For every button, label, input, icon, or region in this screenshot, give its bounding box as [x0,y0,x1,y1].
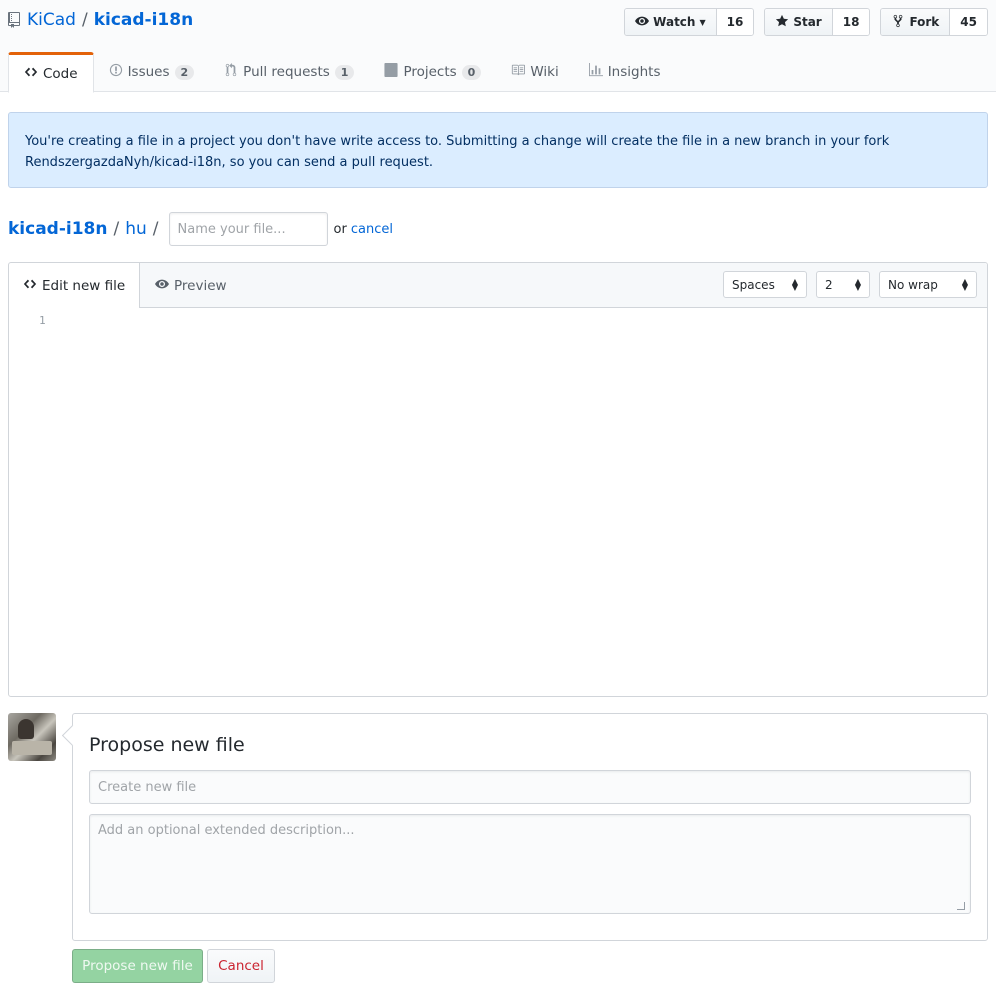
commit-summary-input[interactable] [89,770,971,804]
issue-icon [109,63,123,81]
code-icon [24,65,38,83]
repo-separator: / [81,10,88,30]
repo-title: KiCad / kicad-i18n [8,10,193,30]
star-icon [775,14,789,31]
watch-button[interactable]: Watch ▼ [625,9,717,35]
commit-description-textarea[interactable] [89,814,971,914]
propose-new-file-button[interactable]: Propose new file [72,949,203,983]
projects-counter: 0 [461,64,482,80]
tab-insights[interactable]: Insights [574,52,676,92]
repo-icon [8,12,22,28]
wrap-mode-value: No wrap [888,277,938,292]
breadcrumb-separator: / [113,219,120,239]
repo-name-link[interactable]: kicad-i18n [94,10,194,30]
editor-toolbar: Edit new file Preview Spaces ▲ ▼ 2 ▲ ▼ No … [9,263,987,308]
eye-icon [155,277,169,295]
watch-count[interactable]: 16 [716,9,754,35]
tab-insights-label: Insights [607,64,661,80]
file-path-breadcrumb: kicad-i18n / hu / or cancel [8,212,393,246]
breadcrumb-folder-link[interactable]: hu [125,219,147,239]
fork-group: Fork 45 [880,8,988,36]
edit-tab-label: Edit new file [42,277,126,294]
tab-issues[interactable]: Issues 2 [94,52,210,92]
resize-handle-icon[interactable] [957,902,965,910]
file-editor: Edit new file Preview Spaces ▲ ▼ 2 ▲ ▼ No … [8,262,988,697]
tab-edit-new-file[interactable]: Edit new file [9,263,141,308]
or-text: or [333,221,347,237]
pull-requests-counter: 1 [334,64,355,80]
issues-counter: 2 [174,64,195,80]
repo-nav: Code Issues 2 Pull requests 1 Projects 0… [8,52,676,93]
tab-code-label: Code [43,65,78,82]
tab-pull-requests-label: Pull requests [243,64,330,80]
wrap-mode-select[interactable]: No wrap ▲ ▼ [879,271,977,298]
tab-preview[interactable]: Preview [141,263,241,308]
tab-wiki-label: Wiki [530,64,559,80]
project-icon [384,63,398,81]
watch-group: Watch ▼ 16 [624,8,755,36]
watch-label: Watch [653,15,696,29]
fork-notice-flash: You're creating a file in a project you … [8,112,988,188]
fork-label: Fork [909,15,940,29]
indent-mode-value: Spaces [732,277,775,292]
indent-mode-select[interactable]: Spaces ▲ ▼ [723,271,807,298]
fork-icon [891,14,905,31]
commit-form: Propose new file [72,713,988,941]
code-icon [23,277,37,295]
commit-form-title: Propose new file [89,734,245,756]
code-editor-area[interactable]: 1 [9,308,987,696]
tab-projects-label: Projects [403,64,457,80]
breadcrumb-root-link[interactable]: kicad-i18n [8,219,108,239]
indent-size-value: 2 [825,277,833,292]
fork-count[interactable]: 45 [950,9,987,35]
star-label: Star [793,15,822,29]
tab-projects[interactable]: Projects 0 [369,52,496,92]
breadcrumb-separator: / [152,219,159,239]
select-arrows-icon: ▲ ▼ [961,276,968,292]
indent-size-select[interactable]: 2 ▲ ▼ [816,271,870,298]
fork-button[interactable]: Fork [881,9,951,35]
preview-tab-label: Preview [174,277,227,294]
select-arrows-icon: ▲ ▼ [791,276,798,292]
book-icon [511,63,526,81]
tab-wiki[interactable]: Wiki [496,52,573,92]
eye-icon [635,14,650,31]
tab-pull-requests[interactable]: Pull requests 1 [209,52,369,92]
caret-down-icon: ▼ [699,17,706,27]
filename-input[interactable] [168,212,328,246]
repo-actions: Watch ▼ 16 Star 18 Fork 45 [624,8,988,36]
flash-line-1: You're creating a file in a project you … [25,134,890,149]
avatar [8,713,56,761]
star-count[interactable]: 18 [832,9,870,35]
cancel-button[interactable]: Cancel [207,949,275,983]
repo-owner-link[interactable]: KiCad [27,10,76,30]
tab-code[interactable]: Code [8,52,94,93]
star-button[interactable]: Star [765,9,833,35]
graph-icon [588,63,603,81]
flash-line-2: RendszergazdaNyh/kicad-i18n, so you can … [25,155,434,170]
star-group: Star 18 [764,8,871,36]
select-arrows-icon: ▲ ▼ [854,276,861,292]
cancel-link[interactable]: cancel [351,222,393,237]
pull-request-icon [224,63,238,81]
tab-issues-label: Issues [127,64,170,80]
line-number: 1 [39,314,46,327]
